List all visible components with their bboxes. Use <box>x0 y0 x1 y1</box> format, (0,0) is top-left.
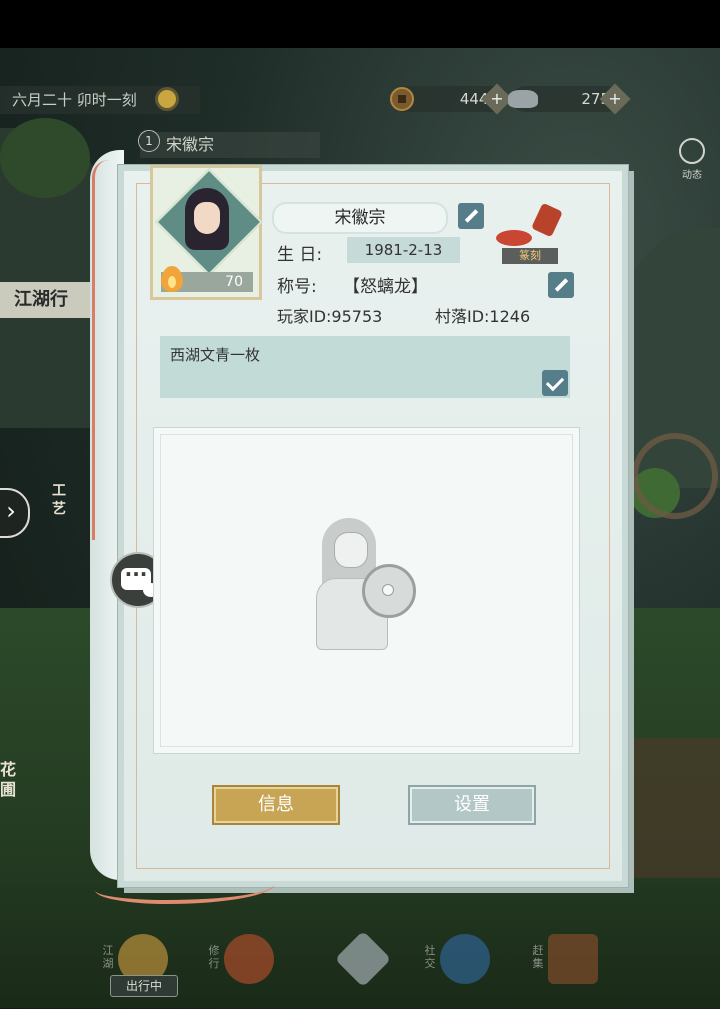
player-id: 玩家ID:95753 <box>277 307 383 326</box>
edit-title-button[interactable] <box>548 272 574 298</box>
wave-icon <box>440 934 490 984</box>
star-compass-icon <box>334 930 392 988</box>
seal-icon <box>531 202 563 238</box>
avatar <box>179 188 235 254</box>
nav-market-label: 赶集 <box>532 944 544 970</box>
settings-button[interactable]: 设置 <box>410 787 534 823</box>
traveling-status: 出行中 <box>110 975 178 997</box>
garden-label[interactable]: 花圃 <box>0 760 20 800</box>
sun-icon <box>158 90 176 108</box>
sketch-face <box>334 532 368 568</box>
copper-coin-icon <box>390 87 414 111</box>
bottom-nav: 江湖 修行 社交 赶集 <box>0 930 720 1009</box>
crane-icon <box>224 934 274 984</box>
level-value: 70 <box>225 274 243 290</box>
village-id: 村落ID:1246 <box>435 307 531 326</box>
edit-name-button[interactable] <box>458 203 484 229</box>
nav-market[interactable]: 赶集 <box>530 930 610 1005</box>
nav-social-label: 社交 <box>424 944 436 970</box>
ink-dish-icon <box>496 230 532 246</box>
nav-cultivate[interactable]: 修行 <box>206 930 286 1005</box>
confirm-signature-button[interactable] <box>542 370 568 396</box>
player-name-tag[interactable]: 宋徽宗 <box>140 132 320 158</box>
activity-label: 动态 <box>682 170 702 181</box>
ribbon-decoration <box>92 160 109 540</box>
character-portrait-frame <box>153 427 580 754</box>
fire-icon <box>161 266 183 292</box>
nav-jianghu-label: 江湖 <box>102 944 114 970</box>
tree <box>0 118 90 198</box>
activity-button[interactable]: 动态 <box>672 138 712 181</box>
title-label: 称号: <box>277 277 317 297</box>
birthday-value: 1981-2-13 <box>347 237 460 263</box>
seal-label: 篆刻 <box>502 248 558 264</box>
lute-icon <box>362 564 416 618</box>
player-level-badge: 1 <box>138 130 160 152</box>
avatar-card[interactable]: 70 <box>150 165 263 300</box>
activity-icon <box>679 138 705 164</box>
nav-cultivate-label: 修行 <box>208 944 220 970</box>
title-value: 【怒螭龙】 <box>343 277 428 297</box>
character-sketch <box>304 488 464 668</box>
add-silver-button[interactable]: + <box>599 83 631 115</box>
player-name: 宋徽宗 <box>272 202 448 234</box>
nav-social[interactable]: 社交 <box>422 930 502 1005</box>
avatar-face <box>194 202 220 234</box>
seal-carving-button[interactable]: 篆刻 <box>496 202 568 266</box>
basket-icon <box>548 934 598 984</box>
crafts-label[interactable]: 工艺 <box>52 482 70 518</box>
nav-center[interactable] <box>320 930 400 1005</box>
top-black-bar <box>0 0 720 48</box>
birthday-label: 生 日: <box>277 245 323 265</box>
signature-field[interactable]: 西湖文青一枚 <box>160 336 570 398</box>
jianghu-tab[interactable]: 江湖行 <box>0 282 92 318</box>
silver-ingot-icon <box>508 90 538 108</box>
info-button[interactable]: 信息 <box>214 787 338 823</box>
water-wheel <box>632 433 718 519</box>
signature-text: 西湖文青一枚 <box>170 346 261 364</box>
